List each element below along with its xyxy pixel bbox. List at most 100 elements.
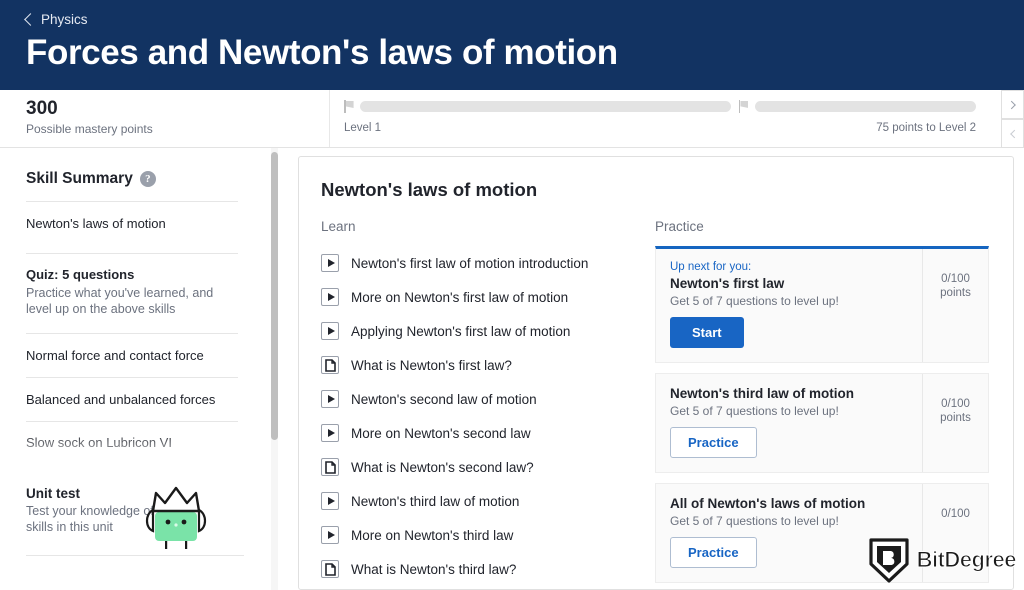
possible-points-value: 300 [26, 98, 58, 119]
learn-item[interactable]: What is Newton's second law? [321, 450, 653, 484]
page-root: Physics Forces and Newton's laws of moti… [0, 0, 1024, 590]
practice-column: Practice Up next for you: Newton's first … [653, 219, 989, 589]
main-content: Newton's laws of motion Learn Newton's f… [288, 148, 1024, 590]
bitdegree-watermark: BitDegree [868, 536, 1017, 584]
practice-card-subtitle: Get 5 of 7 questions to level up! [670, 514, 839, 528]
sidebar-skill-name[interactable]: Newton's laws of motion [26, 202, 238, 231]
practice-button[interactable]: Practice [670, 537, 757, 568]
practice-card[interactable]: Newton's third law of motion Get 5 of 7 q… [655, 373, 989, 473]
points-value: 0/100 points [940, 398, 971, 424]
up-next-label: Up next for you: [670, 261, 752, 273]
learn-item[interactable]: What is Newton's first law? [321, 348, 653, 382]
lesson-title: Newton's laws of motion [321, 179, 538, 200]
learn-item-label: What is Newton's third law? [351, 561, 517, 577]
practice-button[interactable]: Practice [670, 427, 757, 458]
unit-test-block[interactable]: Unit test Test your knowledge of all ski… [26, 486, 244, 556]
sidebar-item-balanced-forces[interactable]: Balanced and unbalanced forces [26, 378, 238, 421]
article-icon [321, 458, 339, 476]
learn-item[interactable]: More on Newton's second law [321, 416, 653, 450]
learn-item-label: More on Newton's third law [351, 527, 514, 543]
lesson-columns: Learn Newton's first law of motion intro… [321, 219, 989, 589]
learn-item[interactable]: More on Newton's third law [321, 518, 653, 552]
scrollbar-thumb[interactable] [271, 152, 278, 440]
next-button[interactable] [1001, 90, 1024, 119]
level-segment-2 [738, 100, 976, 113]
play-icon [321, 492, 339, 510]
breadcrumb[interactable]: Physics [24, 12, 1024, 27]
learn-item[interactable]: Newton's second law of motion [321, 382, 653, 416]
practice-card-title: Newton's third law of motion [670, 386, 854, 401]
page-hero-header: Physics Forces and Newton's laws of moti… [0, 0, 1024, 90]
prev-button[interactable] [1001, 119, 1024, 148]
sidebar-quiz-description: Practice what you've learned, and level … [26, 286, 214, 316]
level-segment-1 [344, 100, 731, 113]
article-icon [321, 560, 339, 578]
chevron-left-icon [1009, 129, 1019, 138]
learn-item-label: Applying Newton's first law of motion [351, 323, 571, 339]
breadcrumb-label: Physics [41, 12, 88, 27]
points-value: 0/100 points [940, 273, 971, 299]
practice-list: Up next for you: Newton's first law Get 5 … [655, 246, 989, 583]
learn-item[interactable]: Newton's first law of motion introductio… [321, 246, 653, 280]
learn-item[interactable]: Newton's third law of motion [321, 484, 653, 518]
practice-card-body: Up next for you: Newton's first law Get 5 … [656, 249, 922, 362]
learn-item-label: Newton's third law of motion [351, 493, 520, 509]
khan-mascot-crown-icon [145, 486, 207, 549]
carousel-nav [1001, 90, 1024, 148]
play-icon [321, 254, 339, 272]
watermark-text: BitDegree [916, 547, 1017, 573]
practice-card-points: 0/100 points [922, 249, 988, 362]
practice-card-title: Newton's first law [670, 276, 785, 291]
article-icon [321, 356, 339, 374]
learn-list: Newton's first law of motion introductio… [321, 246, 653, 586]
learn-item-label: Newton's second law of motion [351, 391, 537, 407]
learn-item-label: More on Newton's first law of motion [351, 289, 569, 305]
possible-points-caption: Possible mastery points [26, 122, 153, 136]
practice-card-subtitle: Get 5 of 7 questions to level up! [670, 404, 839, 418]
skill-summary-sidebar: Skill Summary ? Newton's laws of motion … [0, 148, 262, 590]
bitdegree-shield-icon [868, 538, 909, 583]
play-icon [321, 288, 339, 306]
learn-column: Learn Newton's first law of motion intro… [321, 219, 653, 589]
level-labels: Level 1 75 points to Level 2 [344, 122, 976, 134]
progress-track-1 [360, 101, 731, 112]
practice-card[interactable]: Up next for you: Newton's first law Get 5 … [655, 246, 989, 363]
divider [26, 555, 244, 556]
mastery-progress-bar: 300 Possible mastery points Level 1 75 p… [0, 90, 1024, 148]
learn-item[interactable]: Applying Newton's first law of motion [321, 314, 653, 348]
possible-points-block: 300 Possible mastery points [0, 90, 330, 147]
start-button[interactable]: Start [670, 317, 744, 348]
practice-card-title: All of Newton's laws of motion [670, 496, 866, 511]
sidebar-item-normal-force[interactable]: Normal force and contact force [26, 334, 238, 377]
progress-track-2 [754, 101, 976, 112]
current-level-label: Level 1 [344, 122, 382, 134]
sidebar-quiz-title[interactable]: Quiz: 5 questions [26, 254, 238, 282]
learn-heading: Learn [321, 219, 356, 234]
learn-item-label: More on Newton's second law [351, 425, 531, 441]
practice-heading: Practice [655, 219, 704, 234]
play-icon [321, 526, 339, 544]
practice-card-points: 0/100 points [922, 374, 988, 472]
practice-card-body: Newton's third law of motion Get 5 of 7 q… [656, 374, 922, 472]
skill-summary-title: Skill Summary [26, 170, 133, 187]
practice-card-subtitle: Get 5 of 7 questions to level up! [670, 294, 839, 308]
points-value: 0/100 [941, 508, 970, 520]
flag-icon [738, 100, 750, 113]
flag-icon [344, 100, 355, 113]
chevron-left-icon [24, 13, 37, 26]
learn-item[interactable]: More on Newton's first law of motion [321, 280, 653, 314]
chevron-right-icon [1006, 100, 1016, 109]
page-body: Skill Summary ? Newton's laws of motion … [0, 148, 1024, 590]
sidebar-scrollbar[interactable] [262, 148, 288, 590]
question-mark-icon[interactable]: ? [139, 171, 156, 187]
play-icon [321, 390, 339, 408]
learn-item-label: What is Newton's second law? [351, 459, 534, 475]
page-title: Forces and Newton's laws of motion [26, 33, 618, 72]
level-progress-block: Level 1 75 points to Level 2 [330, 90, 1024, 148]
level-bars [344, 100, 976, 113]
learn-item-label: What is Newton's first law? [351, 357, 512, 373]
points-to-next-level-label: 75 points to Level 2 [876, 122, 976, 134]
skill-summary-header: Skill Summary ? [26, 170, 238, 188]
learn-item[interactable]: What is Newton's third law? [321, 552, 653, 586]
play-icon [321, 424, 339, 442]
